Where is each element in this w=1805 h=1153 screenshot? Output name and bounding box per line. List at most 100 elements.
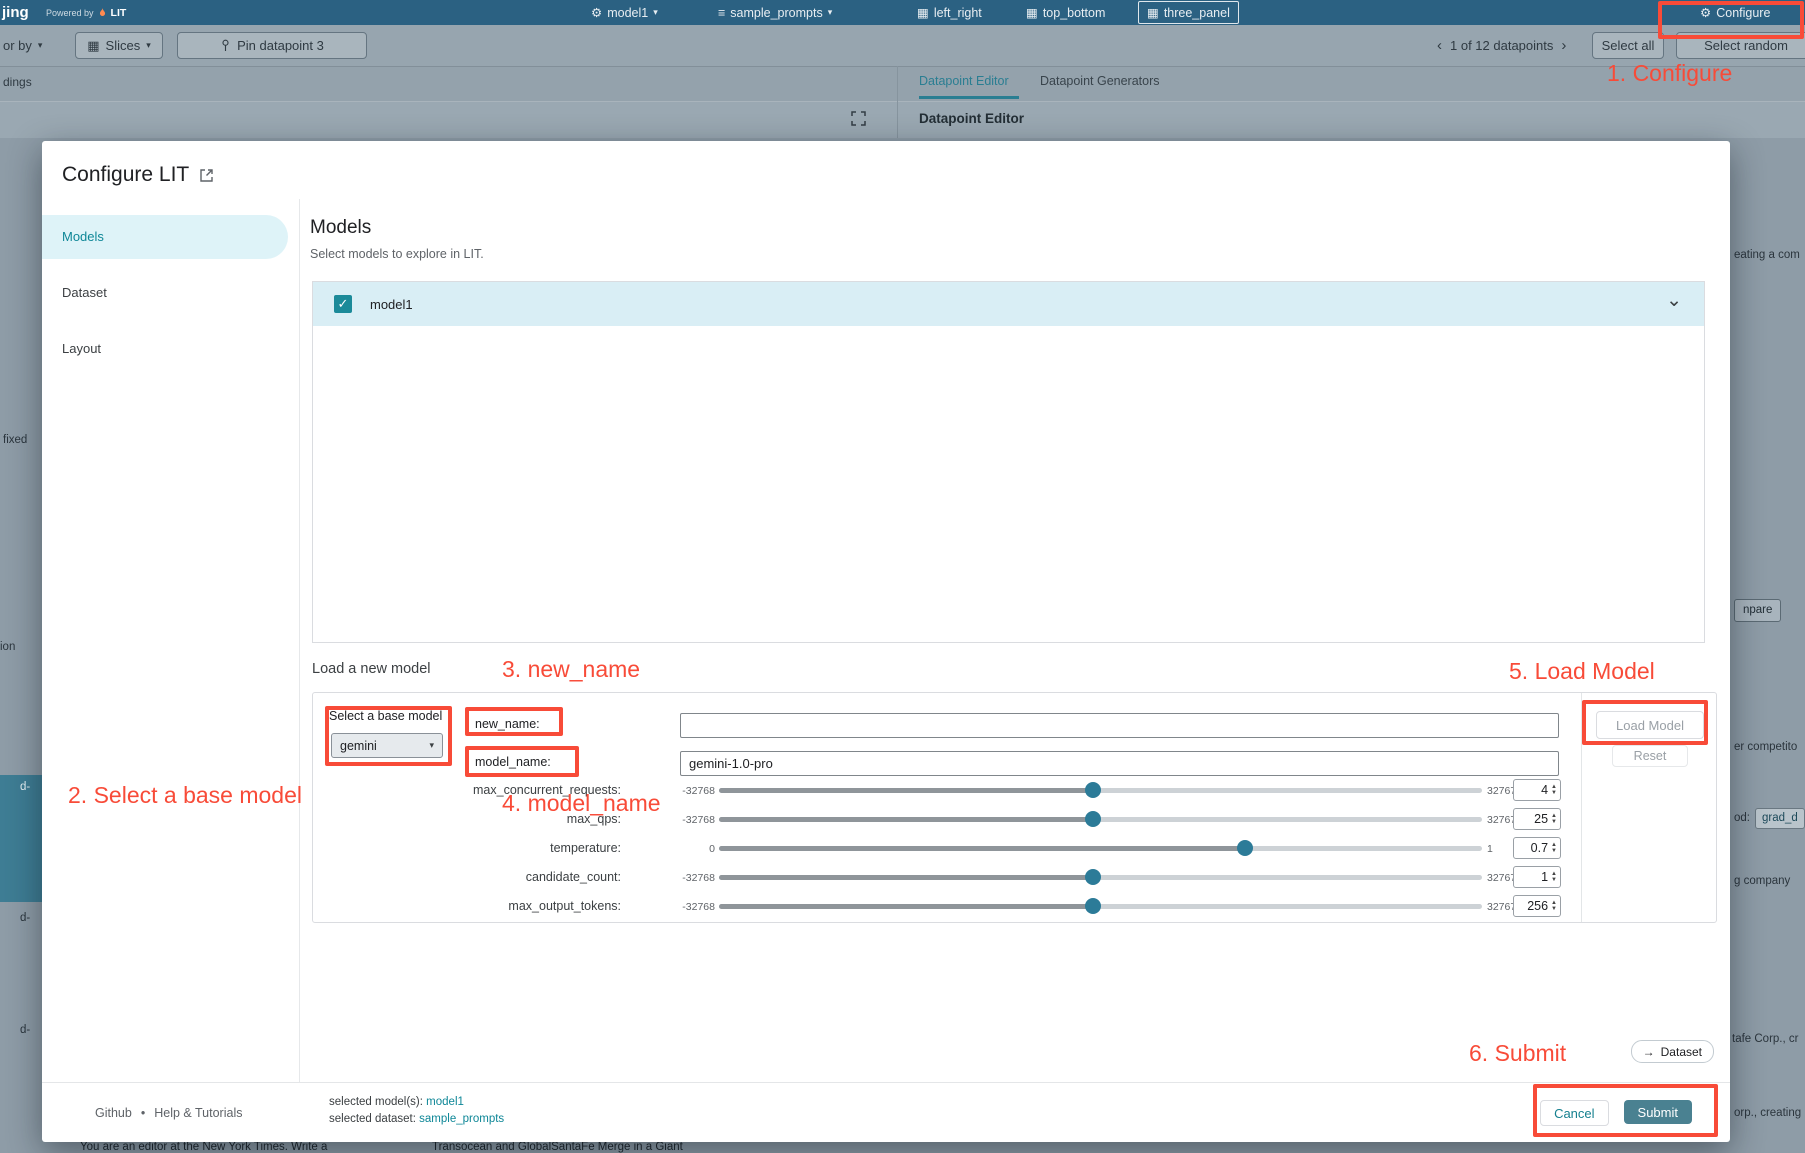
model-menu-button[interactable]: ⚙ model1 ▾ xyxy=(591,0,658,25)
bg-fragment-corp1: tafe Corp., cr xyxy=(1732,1033,1798,1045)
help-tutorials-link[interactable]: Help & Tutorials xyxy=(154,1106,242,1120)
top-app-bar: jing Powered by LIT ⚙ model1 ▾ ≡ sample_… xyxy=(0,0,1805,25)
panel-header-row xyxy=(0,66,1805,101)
dataset-menu-button[interactable]: ≡ sample_prompts ▾ xyxy=(718,0,832,25)
method-fragment: od:grad_d xyxy=(1734,808,1805,829)
model-row-label: model1 xyxy=(370,297,413,312)
param-stepper[interactable]: 256 ▲▼ xyxy=(1513,895,1561,917)
bg-fragment-creating: eating a com xyxy=(1734,249,1800,261)
layout-three-panel-button[interactable]: ▦ three_panel xyxy=(1138,1,1239,24)
bg-fragment-d2: d- xyxy=(20,912,30,924)
annotation-box-submit xyxy=(1533,1084,1718,1137)
param-row: candidate_count: -32768 32767 1 ▲▼ xyxy=(313,863,1583,891)
expand-panel-icon[interactable] xyxy=(851,111,866,126)
stepper-arrows-icon[interactable]: ▲▼ xyxy=(1551,784,1560,796)
annotation-step-2: 2. Select a base model xyxy=(68,782,302,809)
param-slider[interactable] xyxy=(719,839,1482,857)
layout-top-bottom-button[interactable]: ▦ top_bottom xyxy=(1026,0,1105,25)
slider-min-label: -32768 xyxy=(625,901,715,913)
stepper-arrows-icon[interactable]: ▲▼ xyxy=(1551,871,1560,883)
pagination-label: 1 of 12 datapoints xyxy=(1450,38,1553,53)
annotation-box-new-name xyxy=(465,707,563,736)
bg-fragment-corp2: orp., creating xyxy=(1734,1107,1801,1119)
next-datapoint-icon[interactable]: › xyxy=(1561,37,1566,54)
compare-button-fragment[interactable]: npare xyxy=(1734,599,1781,622)
annotation-step-1: 1. Configure xyxy=(1607,60,1732,87)
annotation-box-configure xyxy=(1658,1,1804,39)
new-name-input[interactable] xyxy=(680,713,1559,738)
dataset-nav-button[interactable]: → Dataset xyxy=(1631,1040,1714,1063)
stepper-arrows-icon[interactable]: ▲▼ xyxy=(1551,842,1560,854)
stepper-arrows-icon[interactable]: ▲▼ xyxy=(1551,813,1560,825)
stepper-value: 256 xyxy=(1514,899,1551,913)
param-slider[interactable] xyxy=(719,897,1482,915)
param-stepper[interactable]: 25 ▲▼ xyxy=(1513,808,1561,830)
layout-left-right-button[interactable]: ▦ left_right xyxy=(917,0,982,25)
slider-fill xyxy=(719,817,1093,822)
dataset-menu-icon: ≡ xyxy=(718,6,725,20)
param-slider[interactable] xyxy=(719,810,1482,828)
param-label: temperature: xyxy=(313,841,621,855)
model-checkbox[interactable]: ✓ xyxy=(334,295,352,313)
prev-datapoint-icon[interactable]: ‹ xyxy=(1437,37,1442,54)
select-all-button[interactable]: Select all xyxy=(1592,32,1664,59)
model-name-input[interactable] xyxy=(680,751,1559,776)
sidebar-item-layout[interactable]: Layout xyxy=(42,327,288,371)
model-row[interactable]: ✓ model1 ⌄ xyxy=(313,282,1704,326)
param-slider[interactable] xyxy=(719,868,1482,886)
param-stepper[interactable]: 1 ▲▼ xyxy=(1513,866,1561,888)
bg-fragment-d3: d- xyxy=(20,1024,30,1036)
caret-down-icon: ▾ xyxy=(828,7,833,18)
annotation-box-load-model xyxy=(1582,700,1708,745)
check-icon: ✓ xyxy=(338,296,349,312)
slices-button[interactable]: ▦ Slices ▾ xyxy=(75,32,163,59)
color-by-menu[interactable]: or by ▾ xyxy=(3,25,42,66)
datapoint-editor-panel-title: Datapoint Editor xyxy=(919,111,1024,126)
slider-knob[interactable] xyxy=(1085,811,1101,827)
arrow-right-icon: → xyxy=(1643,1045,1655,1059)
stepper-value: 4 xyxy=(1514,783,1551,797)
panel-divider xyxy=(897,66,898,138)
selection-summary: selected model(s): model1 selected datas… xyxy=(329,1094,504,1128)
github-link[interactable]: Github xyxy=(95,1106,132,1120)
dot-separator: • xyxy=(141,1106,145,1120)
slider-knob[interactable] xyxy=(1237,840,1253,856)
dialog-title: Configure LIT xyxy=(62,163,214,187)
bg-fragment-ion: ion xyxy=(0,641,15,653)
method-chip[interactable]: grad_d xyxy=(1755,808,1805,829)
sidebar-item-models[interactable]: Models xyxy=(42,215,288,259)
dialog-footer: Github • Help & Tutorials selected model… xyxy=(42,1082,1730,1142)
annotation-step-6: 6. Submit xyxy=(1469,1040,1566,1067)
reset-button[interactable]: Reset xyxy=(1612,745,1688,767)
annotation-step-4: 4. model_name xyxy=(502,790,661,817)
open-in-new-icon[interactable] xyxy=(199,168,214,183)
configure-lit-dialog: Configure LIT Models Dataset Layout Mode… xyxy=(42,141,1730,1142)
param-stepper[interactable]: 0.7 ▲▼ xyxy=(1513,837,1561,859)
selected-model-link[interactable]: model1 xyxy=(426,1096,464,1108)
annotation-box-model-name xyxy=(465,746,579,777)
lit-flame-icon xyxy=(98,7,107,18)
pin-datapoint-button[interactable]: Pin datapoint 3 xyxy=(177,32,367,59)
tab-datapoint-editor[interactable]: Datapoint Editor xyxy=(919,74,1009,88)
param-stepper[interactable]: 4 ▲▼ xyxy=(1513,779,1561,801)
sidebar-item-dataset[interactable]: Dataset xyxy=(42,271,288,315)
stepper-value: 25 xyxy=(1514,812,1551,826)
slider-knob[interactable] xyxy=(1085,782,1101,798)
param-label: candidate_count: xyxy=(313,870,621,884)
selected-dataset-link[interactable]: sample_prompts xyxy=(419,1113,504,1125)
stepper-arrows-icon[interactable]: ▲▼ xyxy=(1551,900,1560,912)
datapoint-pagination: ‹ 1 of 12 datapoints › xyxy=(1437,25,1566,66)
param-slider[interactable] xyxy=(719,781,1482,799)
slider-fill xyxy=(719,904,1093,909)
tab-datapoint-generators[interactable]: Datapoint Generators xyxy=(1040,74,1160,88)
chevron-down-icon[interactable]: ⌄ xyxy=(1666,289,1682,312)
slider-knob[interactable] xyxy=(1085,869,1101,885)
annotation-step-3: 3. new_name xyxy=(502,656,640,683)
slider-knob[interactable] xyxy=(1085,898,1101,914)
selected-row-highlight xyxy=(0,775,42,902)
layout-grid-icon: ▦ xyxy=(1026,5,1038,20)
pin-icon xyxy=(220,39,231,52)
slider-min-label: 0 xyxy=(625,843,715,855)
app-title-fragment: jing xyxy=(2,0,29,25)
embeddings-panel-title-fragment: dings xyxy=(3,75,32,89)
